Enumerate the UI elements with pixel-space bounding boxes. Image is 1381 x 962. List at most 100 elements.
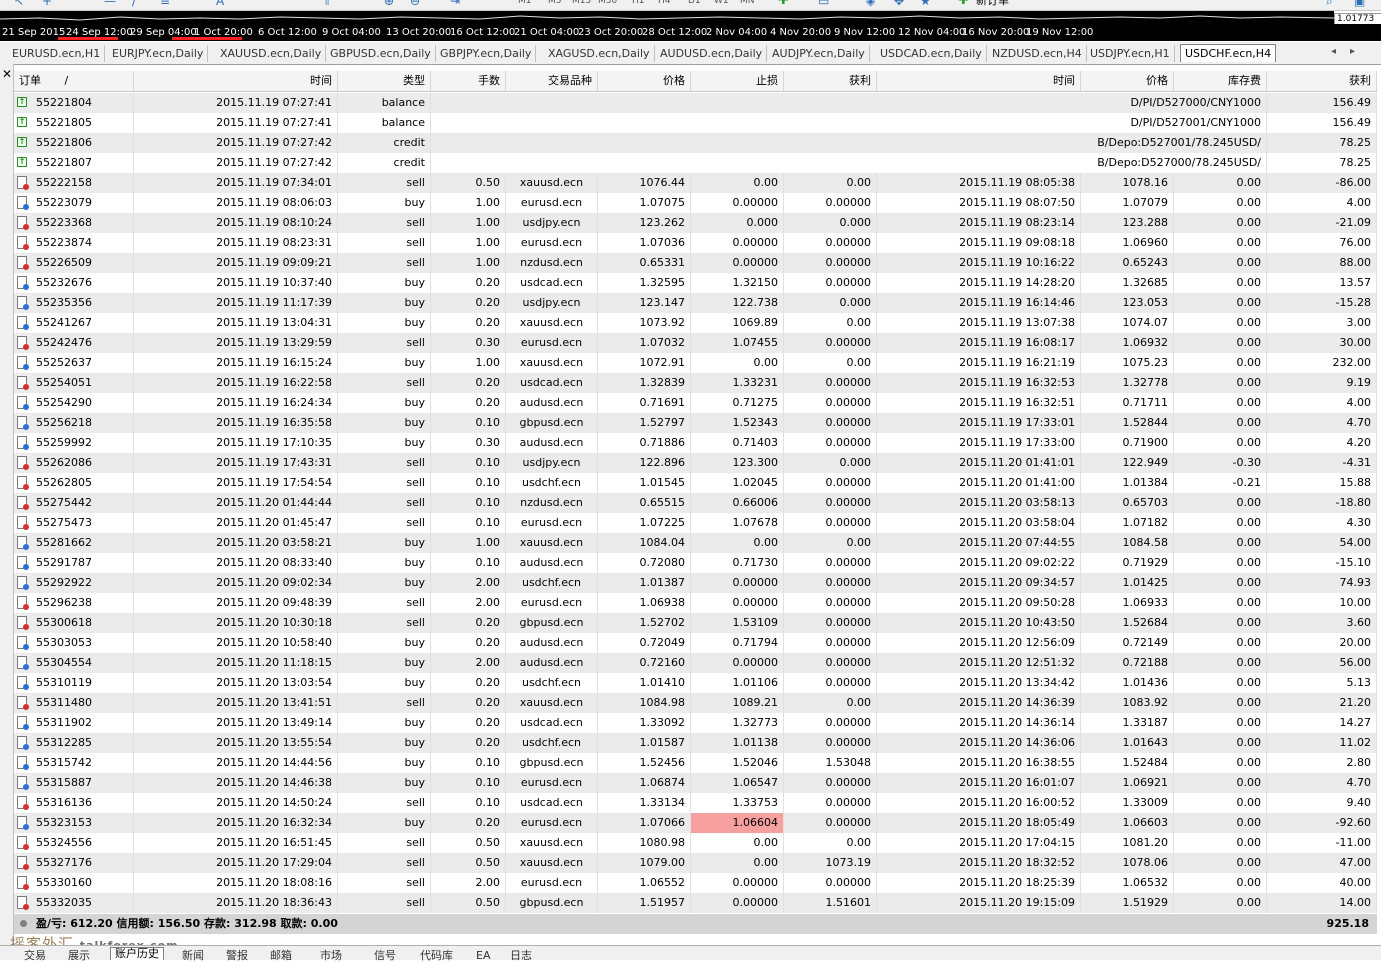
table-row[interactable]: 55223079 2015.11.19 08:06:03 buy 1.00 eurusd… bbox=[14, 193, 1377, 213]
table-row[interactable]: 55324556 2015.11.20 16:51:45 sell 0.50 xauus… bbox=[14, 833, 1377, 853]
table-row[interactable]: 55275473 2015.11.20 01:45:47 sell 0.10 eurus… bbox=[14, 513, 1377, 533]
table-row[interactable]: 55241267 2015.11.19 13:04:31 buy 0.20 xauusd… bbox=[14, 313, 1377, 333]
tab-usdjpy-h1[interactable]: USDJPY.ecn,H1 bbox=[1086, 45, 1175, 62]
column-header-close-time[interactable]: 时间 bbox=[877, 71, 1081, 91]
new-order-icon[interactable]: ✚ bbox=[958, 0, 969, 8]
chart-window[interactable]: 21 Sep 2015 24 Sep 12:00 29 Sep 04:00 1 … bbox=[0, 11, 1334, 41]
zoom-in-icon[interactable]: ⊕ bbox=[384, 0, 394, 8]
history-center-icon[interactable]: ◈ bbox=[866, 0, 875, 8]
table-row[interactable]: 55262086 2015.11.19 17:43:31 sell 0.10 usdjp… bbox=[14, 453, 1377, 473]
table-row[interactable]: 55223874 2015.11.19 08:23:31 sell 1.00 eurus… bbox=[14, 233, 1377, 253]
table-row[interactable]: 55226509 2015.11.19 09:09:21 sell 1.00 nzdus… bbox=[14, 253, 1377, 273]
column-header-order[interactable]: 订单 / bbox=[14, 71, 134, 91]
column-header-type[interactable]: 类型 bbox=[338, 71, 431, 91]
table-row[interactable]: 55296238 2015.11.20 09:48:39 sell 2.00 eurus… bbox=[14, 593, 1377, 613]
zoom-out-icon[interactable]: ⊖ bbox=[410, 0, 420, 8]
chat-icon[interactable]: ▣ bbox=[1354, 0, 1365, 8]
timeframe-w1[interactable]: W1 bbox=[714, 0, 729, 8]
options-icon[interactable]: ✥ bbox=[894, 0, 904, 8]
tab-gbpjpy-daily[interactable]: GBPJPY.ecn,Daily bbox=[436, 45, 537, 62]
template-icon[interactable]: ▭ bbox=[818, 0, 829, 8]
table-row[interactable]: 55223368 2015.11.19 08:10:24 sell 1.00 usdjp… bbox=[14, 213, 1377, 233]
horizontal-line-icon[interactable]: — bbox=[104, 0, 116, 8]
tab-market[interactable]: 市场 bbox=[320, 950, 342, 962]
tab-audusd-daily[interactable]: AUDUSD.ecn,Daily bbox=[656, 45, 768, 62]
tab-journal[interactable]: 日志 bbox=[510, 950, 532, 962]
crosshair-icon[interactable]: + bbox=[42, 0, 52, 8]
column-header-swap[interactable]: 库存费 bbox=[1174, 71, 1267, 91]
column-header-symbol[interactable]: 交易品种 bbox=[506, 71, 598, 91]
timeframe-m1[interactable]: M1 bbox=[518, 0, 532, 8]
table-row[interactable]: 55312285 2015.11.20 13:55:54 buy 0.20 usdchf… bbox=[14, 733, 1377, 753]
tab-code-base[interactable]: 代码库 bbox=[420, 950, 453, 962]
autoscroll-icon[interactable]: ⇥ bbox=[450, 0, 460, 8]
table-row[interactable]: ↑ 55221804 2015.11.19 07:27:41 balance D/PI/… bbox=[14, 93, 1377, 113]
chart-up-icon[interactable]: ⇑ bbox=[322, 0, 332, 8]
table-row[interactable]: 55304554 2015.11.20 11:18:15 buy 2.00 audusd… bbox=[14, 653, 1377, 673]
column-header-take-profit[interactable]: 获利 bbox=[784, 71, 877, 91]
table-row[interactable]: 55254290 2015.11.19 16:24:34 buy 0.20 audusd… bbox=[14, 393, 1377, 413]
column-header-open-price[interactable]: 价格 bbox=[598, 71, 691, 91]
tab-exposure[interactable]: 展示 bbox=[68, 950, 90, 962]
table-row[interactable]: 55242476 2015.11.19 13:29:59 sell 0.30 eurus… bbox=[14, 333, 1377, 353]
table-row[interactable]: 55222158 2015.11.19 07:34:01 sell 0.50 xauus… bbox=[14, 173, 1377, 193]
table-row[interactable]: 55310119 2015.11.20 13:03:54 buy 0.20 usdchf… bbox=[14, 673, 1377, 693]
timeframe-m30[interactable]: M30 bbox=[598, 0, 617, 8]
tab-news[interactable]: 新闻 bbox=[182, 950, 204, 962]
table-row[interactable]: 55275442 2015.11.20 01:44:44 sell 0.10 nzdus… bbox=[14, 493, 1377, 513]
table-row[interactable]: 55311480 2015.11.20 13:41:51 sell 0.20 xauus… bbox=[14, 693, 1377, 713]
table-row[interactable]: ↑ 55221807 2015.11.19 07:27:42 credit B/Depo… bbox=[14, 153, 1377, 173]
column-header-close-price[interactable]: 价格 bbox=[1081, 71, 1174, 91]
timeframe-mn[interactable]: MN bbox=[740, 0, 755, 8]
text-tool-icon[interactable]: A bbox=[216, 0, 224, 8]
tab-account-history[interactable]: 账户历史 bbox=[110, 947, 164, 960]
tab-xagusd-daily[interactable]: XAGUSD.ecn,Daily bbox=[544, 45, 655, 62]
table-row[interactable]: 55281662 2015.11.20 03:58:21 buy 1.00 xauusd… bbox=[14, 533, 1377, 553]
tab-usdchf-h4[interactable]: USDCHF.ecn,H4 bbox=[1180, 44, 1277, 62]
column-header-open-time[interactable]: 时间 bbox=[134, 71, 338, 91]
table-row[interactable]: ↑ 55221805 2015.11.19 07:27:41 balance D/PI/… bbox=[14, 113, 1377, 133]
table-row[interactable]: 55300618 2015.11.20 10:30:18 sell 0.20 gbpus… bbox=[14, 613, 1377, 633]
table-row[interactable]: 55256218 2015.11.19 16:35:58 buy 0.10 gbpusd… bbox=[14, 413, 1377, 433]
table-row[interactable]: 55327176 2015.11.20 17:29:04 sell 0.50 xauus… bbox=[14, 853, 1377, 873]
column-header-volume[interactable]: 手数 bbox=[431, 71, 506, 91]
table-row[interactable]: 55315742 2015.11.20 14:44:56 buy 0.10 gbpusd… bbox=[14, 753, 1377, 773]
tab-gbpusd-daily[interactable]: GBPUSD.ecn,Daily bbox=[326, 45, 436, 62]
add-indicator-icon[interactable]: ✚ bbox=[778, 0, 789, 8]
tab-nzdusd-h4[interactable]: NZDUSD.ecn,H4 bbox=[988, 45, 1087, 62]
tab-alerts[interactable]: 警报 bbox=[226, 950, 248, 962]
channel-icon[interactable]: ≡ bbox=[160, 0, 170, 8]
table-row[interactable]: 55235356 2015.11.19 11:17:39 buy 0.20 usdjpy… bbox=[14, 293, 1377, 313]
trendline-icon[interactable]: / bbox=[132, 0, 136, 8]
tab-trade[interactable]: 交易 bbox=[24, 950, 46, 962]
timeframe-h4[interactable]: H4 bbox=[658, 0, 671, 8]
table-row[interactable]: 55292922 2015.11.20 09:02:34 buy 2.00 usdchf… bbox=[14, 573, 1377, 593]
table-row[interactable]: 55262805 2015.11.19 17:54:54 sell 0.10 usdch… bbox=[14, 473, 1377, 493]
table-row[interactable]: ↑ 55221806 2015.11.19 07:27:42 credit B/Depo… bbox=[14, 133, 1377, 153]
signals-icon[interactable]: ★ bbox=[920, 0, 931, 8]
close-icon[interactable]: ✕ bbox=[2, 67, 12, 81]
search-icon[interactable]: ⌕ bbox=[1326, 0, 1333, 8]
table-row[interactable]: 55291787 2015.11.20 08:33:40 buy 0.10 audusd… bbox=[14, 553, 1377, 573]
timeframe-m5[interactable]: M5 bbox=[548, 0, 562, 8]
tab-experts[interactable]: EA bbox=[476, 950, 490, 962]
tab-eurjpy-daily[interactable]: EURJPY.ecn,Daily bbox=[108, 45, 209, 62]
tab-signals[interactable]: 信号 bbox=[374, 950, 396, 962]
table-row[interactable]: 55332035 2015.11.20 18:36:43 sell 0.50 gbpus… bbox=[14, 893, 1377, 913]
tab-scroll-arrows-icon[interactable]: ◂▸ bbox=[1331, 46, 1369, 57]
table-row[interactable]: 55252637 2015.11.19 16:15:24 buy 1.00 xauusd… bbox=[14, 353, 1377, 373]
tab-mailbox[interactable]: 邮箱 bbox=[270, 950, 292, 962]
cursor-icon[interactable]: ↖ bbox=[14, 0, 24, 8]
table-row[interactable]: 55303053 2015.11.20 10:58:40 buy 0.20 audusd… bbox=[14, 633, 1377, 653]
table-row[interactable]: 55316136 2015.11.20 14:50:24 sell 0.10 usdca… bbox=[14, 793, 1377, 813]
timeframe-d1[interactable]: D1 bbox=[688, 0, 701, 8]
tab-audjpy-daily[interactable]: AUDJPY.ecn,Daily bbox=[768, 45, 870, 62]
tab-eurusd-h1[interactable]: EURUSD.ecn,H1 bbox=[8, 45, 106, 62]
tab-xauusd-daily[interactable]: XAUUSD.ecn,Daily bbox=[216, 45, 327, 62]
timeframe-h1[interactable]: H1 bbox=[632, 0, 645, 8]
timeframe-m15[interactable]: M15 bbox=[572, 0, 591, 8]
tab-usdcad-daily[interactable]: USDCAD.ecn,Daily bbox=[876, 45, 987, 62]
table-row[interactable]: 55232676 2015.11.19 10:37:40 buy 0.20 usdcad… bbox=[14, 273, 1377, 293]
table-row[interactable]: 55254051 2015.11.19 16:22:58 sell 0.20 usdca… bbox=[14, 373, 1377, 393]
table-row[interactable]: 55259992 2015.11.19 17:10:35 buy 0.30 audusd… bbox=[14, 433, 1377, 453]
